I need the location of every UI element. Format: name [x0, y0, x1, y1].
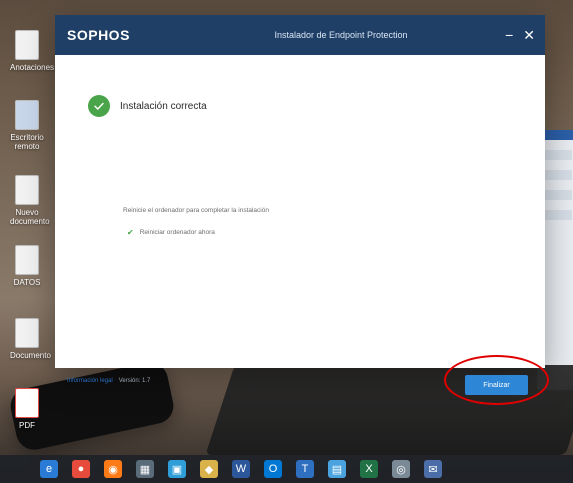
desktop-icon-label: Documento [10, 351, 51, 360]
version-text: Versión: 1.7 [118, 378, 151, 384]
app-icon[interactable]: ◆ [200, 460, 218, 478]
restart-now-label: Reiniciar ordenador ahora [139, 229, 215, 236]
window-controls: − ✕ [495, 28, 535, 42]
status-row: Instalación correcta [88, 95, 207, 117]
minimize-icon[interactable]: − [505, 28, 513, 42]
firefox-icon[interactable]: ◉ [104, 460, 122, 478]
document-icon [15, 318, 39, 348]
checkmark-icon [94, 102, 104, 110]
desktop-icon-new-doc[interactable]: Nuevo documento [10, 175, 50, 226]
background-window-row [544, 190, 572, 200]
document-icon [15, 30, 39, 60]
taskbar: e ● ◉ ▦ ▣ ◆ W O T ▤ X ◎ ✉ [0, 455, 573, 483]
document-icon [15, 175, 39, 205]
store-icon[interactable]: ▦ [136, 460, 154, 478]
success-check-icon [88, 95, 110, 117]
desktop-icon-label: PDF [19, 421, 35, 430]
outlook-icon[interactable]: O [264, 460, 282, 478]
desktop-icon-label: Anotaciones [10, 63, 55, 72]
teams-icon[interactable]: T [296, 460, 314, 478]
legal-info-link[interactable]: Información legal [67, 378, 113, 384]
desktop-icon-anotaciones[interactable]: Anotaciones [10, 30, 55, 74]
desktop-icon-remote[interactable]: Escritorio remoto [10, 100, 44, 151]
dialog-content: Instalación correcta Reinicie el ordenad… [55, 55, 549, 405]
close-icon[interactable]: ✕ [523, 28, 535, 42]
window-title: Instalador de Endpoint Protection [274, 30, 408, 40]
pdf-icon [15, 388, 39, 418]
background-window-row [544, 150, 572, 160]
desktop-icon-pdf[interactable]: PDF [10, 388, 44, 432]
document-icon [15, 245, 39, 275]
restart-now-option[interactable]: ✔ Reiniciar ordenador ahora [127, 228, 215, 237]
edge-icon[interactable]: e [40, 460, 58, 478]
check-icon: ✔ [127, 228, 134, 237]
red-highlight-circle [444, 355, 549, 405]
photos-icon[interactable]: ▤ [328, 460, 346, 478]
background-window-row [544, 170, 572, 180]
title-bar: SOPHOS Instalador de Endpoint Protection… [55, 15, 545, 55]
desktop-icon-datos[interactable]: DATOS [10, 245, 44, 289]
desktop-icon-label: Escritorio remoto [10, 133, 44, 151]
footer-info: Información legal Versión: 1.7 [67, 378, 150, 384]
excel-icon[interactable]: X [360, 460, 378, 478]
eye-icon[interactable]: ◎ [392, 460, 410, 478]
restart-message: Reinicie el ordenador para completar la … [123, 207, 269, 214]
desktop-icon-label: DATOS [13, 278, 41, 287]
background-window-row [544, 210, 572, 220]
monitor-icon [15, 100, 39, 130]
installer-dialog: SOPHOS Instalador de Endpoint Protection… [55, 15, 549, 405]
mail-icon[interactable]: ✉ [424, 460, 442, 478]
status-text: Instalación correcta [120, 100, 207, 112]
chrome-icon[interactable]: ● [72, 460, 90, 478]
desktop-icon-documento[interactable]: Documento [10, 318, 51, 362]
explorer-icon[interactable]: ▣ [168, 460, 186, 478]
sophos-logo: SOPHOS [67, 27, 130, 43]
word-icon[interactable]: W [232, 460, 250, 478]
desktop-icon-label: Nuevo documento [10, 208, 50, 226]
